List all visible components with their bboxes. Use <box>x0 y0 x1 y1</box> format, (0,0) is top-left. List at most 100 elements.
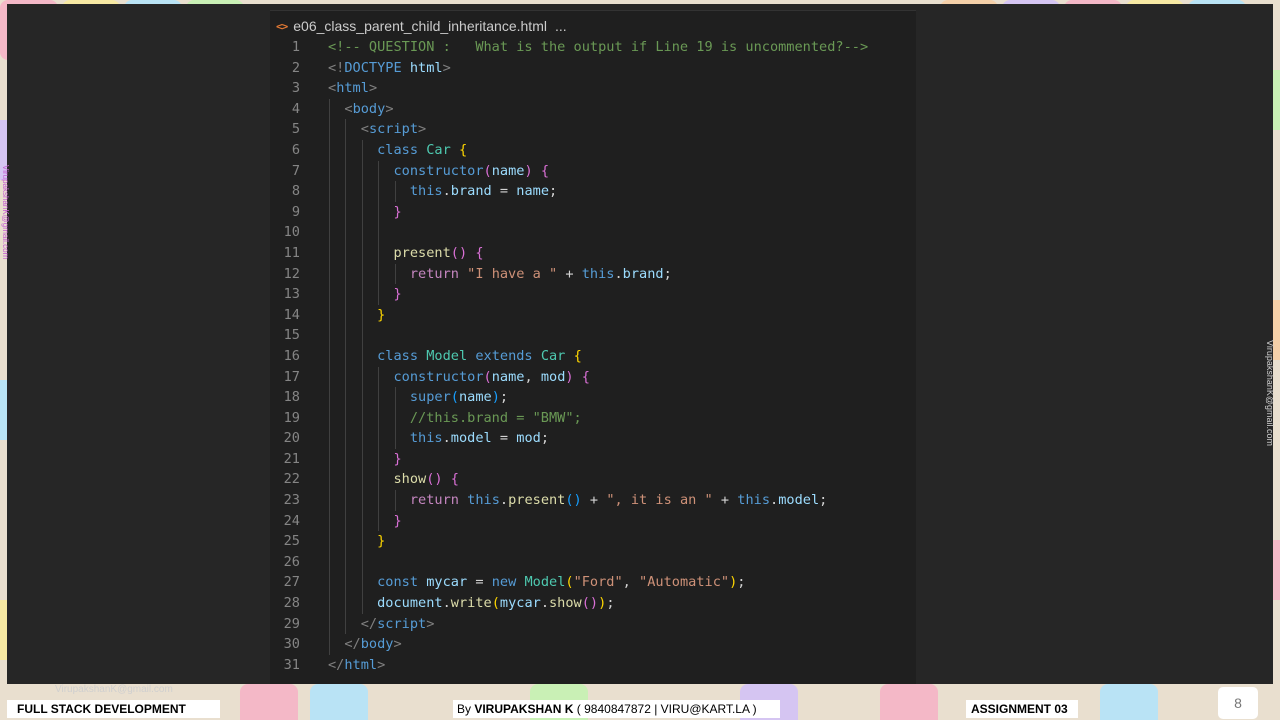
code-token: brand <box>622 265 664 282</box>
line-source: constructor(name, mod) { <box>328 366 916 388</box>
code-token: + <box>712 492 738 509</box>
code-token: > <box>385 100 394 117</box>
line-number: 29 <box>283 615 300 632</box>
line-source: </script> <box>328 613 916 635</box>
line-source <box>328 325 916 346</box>
code-line[interactable]: 26 <box>270 551 916 573</box>
line-number: 10 <box>283 224 300 241</box>
code-line[interactable]: 16 class Model extends Car { <box>270 345 916 367</box>
code-line[interactable]: 3 <html> <box>270 78 916 99</box>
line-source: } <box>328 510 916 532</box>
code-line[interactable]: 20 this.model = mod; <box>270 428 916 449</box>
code-line[interactable]: 31 </html> <box>270 655 916 676</box>
code-line[interactable]: 28 document.write(mycar.show()); <box>270 593 916 614</box>
code-line[interactable]: 1 <!-- QUESTION : What is the output if L… <box>270 37 916 58</box>
code-line[interactable]: 23 return this.present() + ", it is an "… <box>270 490 916 511</box>
code-line[interactable]: 21 } <box>270 448 916 470</box>
indent-guide <box>361 551 363 573</box>
line-number: 8 <box>291 183 300 200</box>
code-token: ; <box>737 574 746 591</box>
code-line[interactable]: 5 <script> <box>270 119 916 140</box>
code-lines[interactable]: 1 <!-- QUESTION : What is the output if L… <box>270 37 916 675</box>
line-source: class Model extends Car { <box>328 345 916 367</box>
code-token: { <box>581 368 590 385</box>
code-token: extends <box>475 347 533 364</box>
line-source: class Car { <box>328 139 916 161</box>
code-token: html <box>344 656 378 673</box>
code-token: Car <box>540 347 566 364</box>
line-number: 17 <box>283 368 300 385</box>
indent-guide <box>329 201 330 223</box>
code-token: ( <box>483 162 492 179</box>
author-label: By VIRUPAKSHAN K ( 9840847872 | VIRU@KAR… <box>453 700 780 718</box>
line-source: <html> <box>328 78 916 99</box>
code-line[interactable]: 11 present() { <box>270 242 916 264</box>
code-line[interactable]: 12 return "I have a " + this.brand; <box>270 263 916 285</box>
code-line[interactable]: 30 </body> <box>270 634 916 655</box>
code-line[interactable]: 8 this.brand = name; <box>270 181 916 202</box>
code-line[interactable]: 7 constructor(name) { <box>270 160 916 182</box>
indent-guide <box>361 448 363 470</box>
indent-guide <box>378 284 380 305</box>
code-token: name <box>491 162 525 179</box>
code-line[interactable]: 4 <body> <box>270 98 916 120</box>
code-token: mod <box>516 430 541 447</box>
line-number: 6 <box>291 141 300 158</box>
code-line[interactable]: 25 } <box>270 531 916 552</box>
code-line[interactable]: 15 <box>270 325 916 346</box>
code-line[interactable]: 27 const mycar = new Model("Ford", "Auto… <box>270 572 916 594</box>
code-token: </ <box>328 656 345 673</box>
code-line[interactable]: 9 } <box>270 201 916 223</box>
code-line[interactable]: 19 //this.brand = "BMW"; <box>270 407 916 429</box>
code-token: class <box>377 347 419 364</box>
code-token: < <box>328 80 337 97</box>
code-line[interactable]: 18 super(name); <box>270 387 916 408</box>
code-token: write <box>450 595 492 612</box>
code-line[interactable]: 13 } <box>270 284 916 305</box>
code-line[interactable]: 17 constructor(name, mod) { <box>270 366 916 388</box>
line-source: return this.present() + ", it is an " + … <box>328 490 916 511</box>
indent-guide <box>361 572 363 594</box>
code-token: new <box>491 574 517 591</box>
code-token: show <box>549 595 582 612</box>
indent-guide <box>329 304 330 326</box>
code-line[interactable]: 10 <box>270 222 916 243</box>
code-token: . <box>770 492 779 509</box>
line-number: 2 <box>291 59 300 76</box>
indent-guide <box>345 325 347 346</box>
editor-tab[interactable]: <> e06_class_parent_child_inheritance.ht… <box>270 14 567 38</box>
code-line[interactable]: 24 } <box>270 510 916 532</box>
watermark-left: VirupakshanK@gmail.com <box>1 165 10 260</box>
breadcrumb-ellipsis[interactable]: ... <box>555 18 567 34</box>
code-line[interactable]: 14 } <box>270 304 916 326</box>
indent-guide <box>345 428 347 449</box>
code-token: const <box>377 574 419 591</box>
line-number: 22 <box>283 471 300 488</box>
code-line[interactable]: 29 </script> <box>270 613 916 635</box>
line-number: 25 <box>283 533 300 550</box>
code-line[interactable]: 6 class Car { <box>270 139 916 161</box>
indent-guide <box>378 242 380 264</box>
code-line[interactable]: 22 show() { <box>270 469 916 491</box>
indent-guide <box>345 490 347 511</box>
line-number: 24 <box>283 512 300 529</box>
code-line[interactable]: 2 <!DOCTYPE html> <box>270 58 916 79</box>
code-token: ) <box>524 162 533 179</box>
code-token: <! <box>328 59 345 76</box>
page-number: 8 <box>1218 687 1258 719</box>
code-token: brand <box>450 183 492 200</box>
code-token: body <box>360 636 394 653</box>
line-source <box>328 222 916 243</box>
code-token: mycar <box>499 595 541 612</box>
code-token: script <box>377 615 427 632</box>
indent-guide <box>329 407 330 429</box>
indent-guide <box>329 222 330 243</box>
code-token: ", it is an " <box>606 492 713 509</box>
